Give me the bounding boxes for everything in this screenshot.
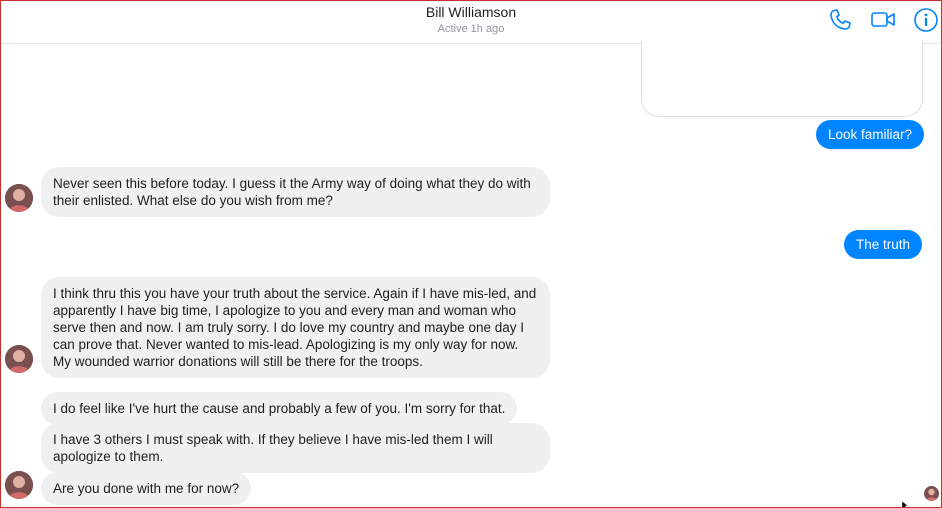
conversation-header: Bill Williamson Active 1h ago	[1, 1, 941, 44]
message-bubble-incoming: I do feel like I've hurt the cause and p…	[41, 392, 518, 425]
contact-avatar[interactable]	[5, 345, 33, 373]
shared-attachment-card[interactable]	[641, 41, 923, 117]
messenger-window: Bill Williamson Active 1h ago Look famil…	[0, 0, 942, 508]
contact-name[interactable]: Bill Williamson	[1, 4, 941, 20]
seen-indicator-avatar	[924, 486, 939, 501]
contact-avatar[interactable]	[5, 471, 33, 499]
message-bubble-incoming: I have 3 others I must speak with. If th…	[41, 423, 550, 473]
video-camera-icon[interactable]	[870, 7, 896, 33]
phone-icon[interactable]	[827, 7, 853, 33]
message-bubble-incoming: Never seen this before today. I guess it…	[41, 167, 550, 217]
message-bubble-outgoing: The truth	[844, 230, 923, 259]
message-bubble-incoming: I think thru this you have your truth ab…	[41, 277, 550, 378]
info-icon[interactable]	[913, 7, 939, 33]
message-bubble-incoming: Are you done with me for now?	[41, 472, 252, 505]
active-status: Active 1h ago	[437, 23, 505, 35]
mouse-cursor-icon	[901, 501, 909, 507]
contact-avatar[interactable]	[5, 184, 33, 212]
message-bubble-outgoing: Look familiar?	[816, 120, 925, 149]
